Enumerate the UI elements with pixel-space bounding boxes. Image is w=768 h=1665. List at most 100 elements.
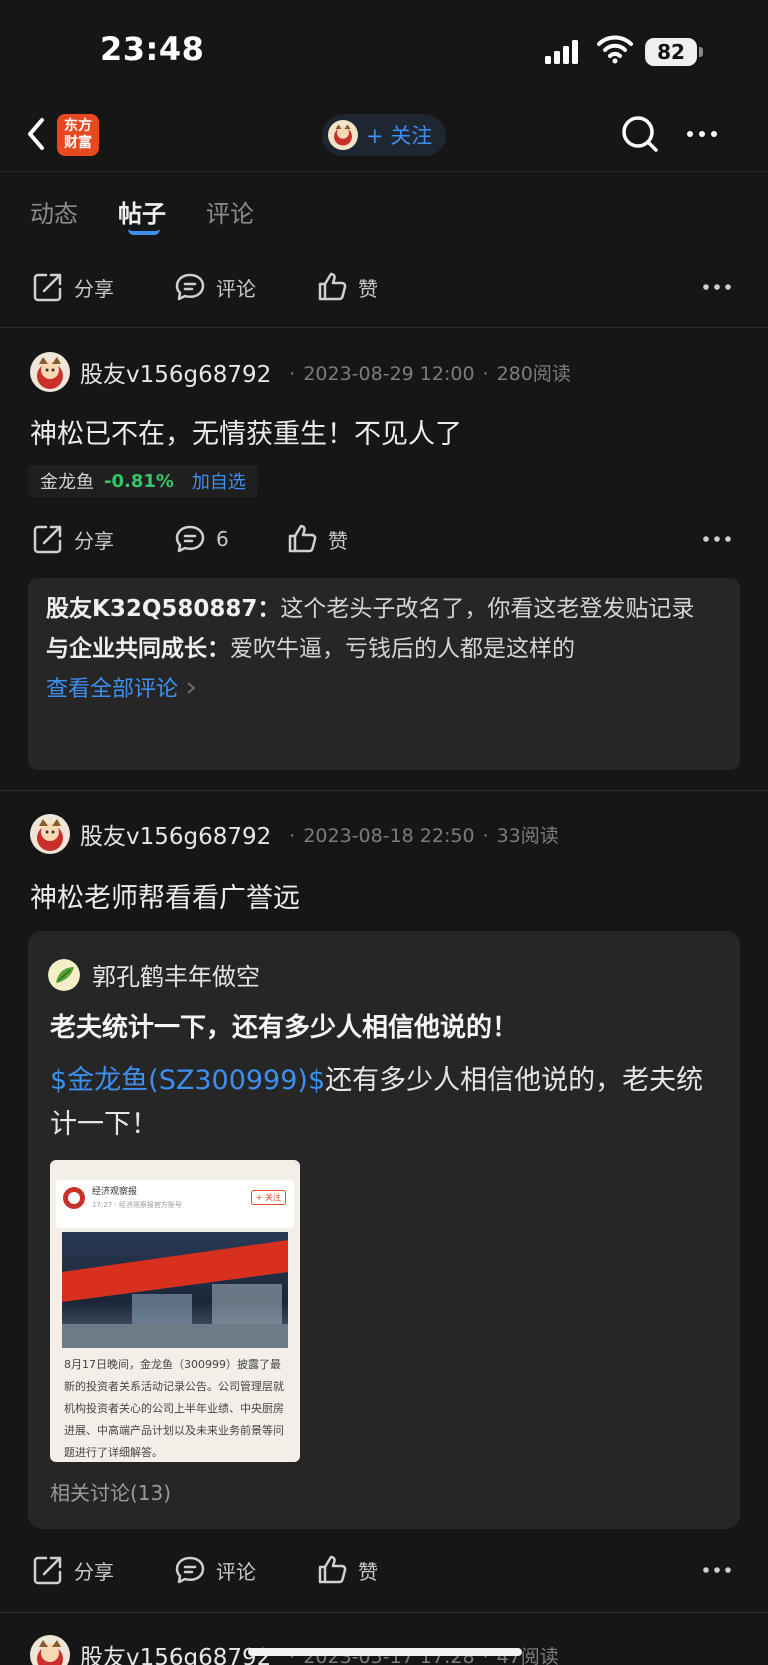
post-author[interactable]: 股友v156g68792	[80, 817, 271, 851]
post-actions: 分享 评论 赞	[0, 259, 768, 315]
quoted-image[interactable]: 经济观察报 17:27 · 经济观察报官方账号 + 关注 8月17日晚间，金龙鱼…	[50, 1160, 300, 1462]
tab-comments[interactable]: 评论	[206, 194, 254, 229]
comment-count: 6	[216, 527, 229, 551]
image-follow-label: + 关注	[250, 1190, 286, 1205]
post-date: 2023-08-29 12:00	[303, 362, 475, 385]
comment-button[interactable]: 6	[174, 511, 229, 567]
like-label: 赞	[328, 528, 348, 553]
comment-icon	[175, 273, 205, 301]
stock-link[interactable]: $金龙鱼(SZ300999)$	[50, 1065, 325, 1096]
share-button[interactable]: 分享	[32, 511, 114, 567]
post-meta: · 2023-08-18 22:50 · 33阅读	[289, 824, 559, 847]
post-reads: 33阅读	[496, 824, 559, 847]
comment-text: 这个老头子改名了，你看这老登发贴记录	[280, 596, 695, 622]
divider	[0, 790, 768, 791]
image-photo	[62, 1232, 288, 1348]
more-icon[interactable]	[682, 118, 722, 150]
post-actions: 分享 6 赞	[0, 511, 768, 567]
status-bar: 23:48 82	[0, 0, 768, 100]
comment-text: 爱吹牛逼，亏钱后的人都是这样的	[230, 636, 575, 662]
stock-chip[interactable]: 金龙鱼 -0.81% 加自选	[28, 465, 258, 497]
nav-bar: 东方 财富 + 关注	[0, 100, 768, 172]
comment-button[interactable]: 评论	[174, 1542, 256, 1598]
cellular-signal-icon	[545, 40, 578, 64]
comment-item: 与企业共同成长：爱吹牛逼，亏钱后的人都是这样的	[46, 632, 722, 666]
comment-preview[interactable]: 股友K32Q580887：这个老头子改名了，你看这老登发贴记录 与企业共同成长：…	[28, 578, 740, 770]
image-news-header: 经济观察报 17:27 · 经济观察报官方账号 + 关注	[56, 1180, 294, 1228]
comment-icon	[175, 525, 205, 553]
share-label: 分享	[74, 528, 114, 553]
back-icon[interactable]	[22, 114, 50, 154]
image-subtitle: 17:27 · 经济观察报官方账号	[92, 1201, 182, 1209]
avatar[interactable]	[30, 1635, 70, 1665]
quoted-post-card[interactable]: 郭孔鹤丰年做空 老夫统计一下，还有多少人相信他说的！ $金龙鱼(SZ300999…	[28, 931, 740, 1529]
post-author[interactable]: 股友v156g68792	[80, 355, 271, 389]
comment-item: 股友K32Q580887：这个老头子改名了，你看这老登发贴记录	[46, 592, 722, 626]
comment-icon	[175, 1556, 205, 1584]
share-button[interactable]: 分享	[32, 1542, 114, 1598]
more-options-icon[interactable]	[702, 525, 732, 553]
search-icon[interactable]	[620, 114, 660, 154]
post-date: 2023-08-18 22:50	[303, 824, 475, 847]
post-text[interactable]: 神松老师帮看看广誉远	[30, 876, 300, 915]
comment-author[interactable]: 股友K32Q580887：	[46, 596, 280, 622]
like-button[interactable]: 赞	[316, 1542, 378, 1598]
user-avatar-icon	[48, 958, 80, 991]
related-discussions[interactable]: 相关讨论(13)	[50, 1477, 171, 1506]
battery-indicator: 82	[645, 38, 703, 66]
thumbs-up-icon	[318, 272, 347, 301]
thumbs-up-icon	[288, 524, 317, 553]
post-header[interactable]: 股友v156g68792 · 2023-08-29 12:00 · 280阅读	[30, 351, 571, 393]
add-watchlist-button[interactable]: 加自选	[192, 468, 246, 494]
share-icon	[33, 525, 62, 554]
tab-posts[interactable]: 帖子	[118, 194, 166, 229]
active-tab-indicator	[128, 229, 160, 235]
wifi-icon	[597, 35, 633, 64]
comment-author[interactable]: 与企业共同成长：	[46, 636, 230, 662]
follow-label: + 关注	[366, 124, 433, 148]
post-header[interactable]: 股友v156g68792 · 2023-08-18 22:50 · 33阅读	[30, 813, 559, 855]
stock-change: -0.81%	[104, 470, 174, 492]
stock-name: 金龙鱼	[40, 472, 94, 493]
chevron-right-icon	[187, 682, 196, 694]
quoted-author[interactable]: 郭孔鹤丰年做空	[92, 957, 260, 992]
divider	[0, 1612, 768, 1613]
app-logo: 东方 财富	[57, 114, 99, 156]
share-icon	[33, 1556, 62, 1585]
home-indicator[interactable]	[248, 1648, 522, 1656]
post-reads: 280阅读	[496, 362, 571, 385]
post-actions: 分享 评论 赞	[0, 1542, 768, 1598]
post-author[interactable]: 股友v156g68792	[80, 1638, 271, 1665]
quoted-body: $金龙鱼(SZ300999)$还有多少人相信他说的，老夫统计一下！	[50, 1059, 710, 1147]
avatar[interactable]	[30, 352, 70, 392]
tab-bar: 动态 帖子 评论	[0, 172, 768, 242]
comment-label: 评论	[216, 276, 256, 301]
status-time: 23:48	[100, 30, 205, 68]
view-all-comments[interactable]: 查看全部评论	[46, 672, 722, 707]
follow-button[interactable]: + 关注	[322, 114, 446, 156]
divider	[0, 327, 768, 328]
comment-button[interactable]: 评论	[174, 259, 256, 315]
like-button[interactable]: 赞	[286, 511, 348, 567]
share-label: 分享	[74, 1559, 114, 1584]
image-source: 经济观察报	[92, 1187, 138, 1197]
news-logo-icon	[63, 1187, 85, 1209]
more-options-icon[interactable]	[702, 273, 732, 301]
thumbs-up-icon	[318, 1555, 347, 1584]
like-button[interactable]: 赞	[316, 259, 378, 315]
image-article-text: 8月17日晚间，金龙鱼（300999）披露了最新的投资者关系活动记录公告。公司管…	[64, 1358, 284, 1459]
comment-label: 评论	[216, 1559, 256, 1584]
share-button[interactable]: 分享	[32, 259, 114, 315]
post-meta: · 2023-08-29 12:00 · 280阅读	[289, 362, 571, 385]
more-options-icon[interactable]	[702, 1556, 732, 1584]
share-label: 分享	[74, 276, 114, 301]
avatar[interactable]	[30, 814, 70, 854]
post-text[interactable]: 神松已不在，无情获重生！不见人了	[30, 412, 462, 451]
quoted-post-header: 郭孔鹤丰年做空	[48, 957, 260, 992]
like-label: 赞	[358, 276, 378, 301]
quoted-title: 老夫统计一下，还有多少人相信他说的！	[50, 1013, 519, 1043]
view-all-label: 查看全部评论	[46, 677, 179, 702]
like-label: 赞	[358, 1559, 378, 1584]
share-icon	[33, 273, 62, 302]
tab-dynamics[interactable]: 动态	[30, 194, 78, 229]
